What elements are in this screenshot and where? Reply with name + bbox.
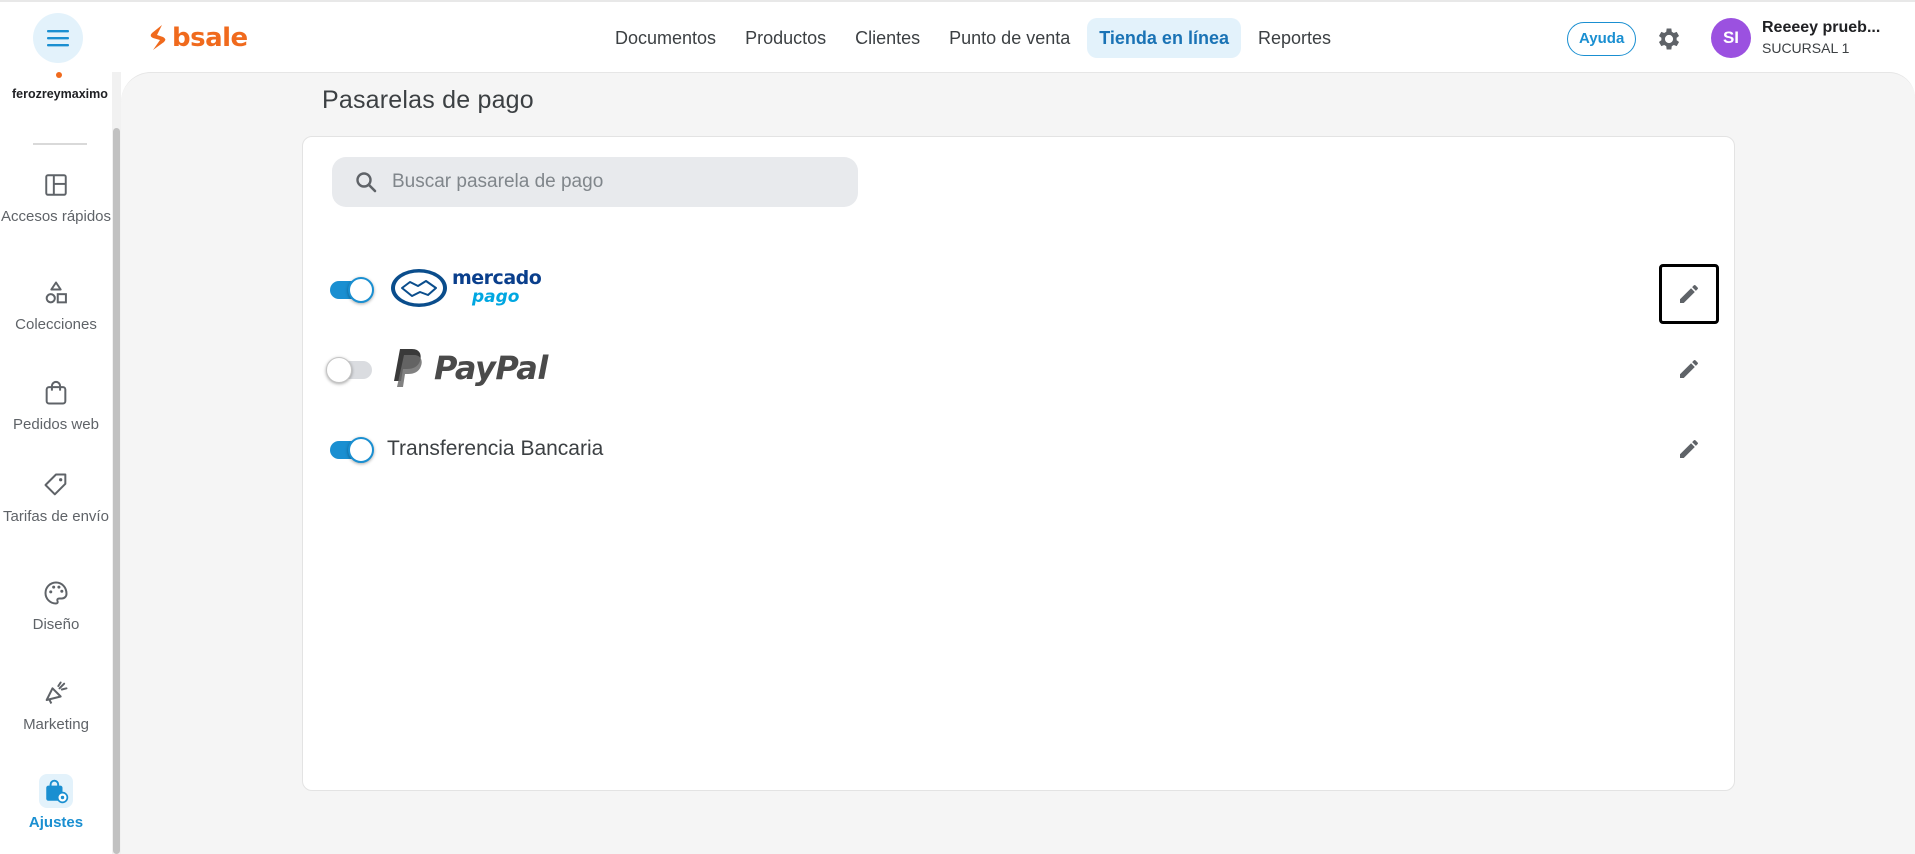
mercadopago-word-1: mercado (452, 267, 542, 289)
store-name: ferozreymaximo (12, 87, 108, 101)
gear-icon[interactable] (1655, 25, 1683, 53)
sidebar-scrollbar[interactable] (112, 72, 121, 854)
sidebar: ferozreymaximo Accesos rápidos Coleccion… (0, 72, 112, 854)
gateway-row-paypal: PayPal (322, 339, 1727, 399)
megaphone-icon (45, 681, 68, 704)
nav-documentos[interactable]: Documentos (603, 18, 728, 58)
avatar[interactable]: SI (1711, 18, 1751, 58)
gateway-toggle-transferencia[interactable] (326, 437, 374, 463)
scrollbar-thumb[interactable] (113, 128, 120, 854)
dashboard-icon (45, 174, 67, 196)
sidebar-item-label: Ajustes (28, 814, 84, 831)
help-button[interactable]: Ayuda (1567, 22, 1637, 56)
handshake-icon (391, 269, 447, 307)
palette-icon (44, 581, 68, 605)
sidebar-item-ajustes[interactable]: Ajustes (0, 774, 112, 831)
sidebar-item-label: Diseño (32, 616, 80, 633)
sidebar-item-tarifas-de-envio[interactable]: Tarifas de envío (0, 468, 112, 525)
paypal-logo: PayPal (390, 347, 560, 391)
search-input[interactable] (392, 171, 832, 193)
gateway-row-mercadopago: mercado pago (322, 259, 1727, 324)
edit-button-mercadopago[interactable] (1659, 264, 1719, 324)
user-name: Reeeey prueb... (1762, 19, 1881, 36)
shopping-bag-icon (45, 380, 67, 405)
nav-punto-de-venta[interactable]: Punto de venta (937, 18, 1082, 58)
gateway-name: Transferencia Bancaria (387, 437, 604, 460)
main-nav: Documentos Productos Clientes Punto de v… (603, 18, 1343, 58)
paypal-p-icon (394, 349, 422, 387)
nav-productos[interactable]: Productos (733, 18, 838, 58)
gateway-toggle-mercadopago[interactable] (326, 277, 374, 303)
menu-button[interactable] (33, 13, 83, 63)
user-branch: SUCURSAL 1 (1762, 40, 1850, 56)
sidebar-item-label: Colecciones (15, 316, 97, 333)
sidebar-item-label: Accesos rápidos (0, 208, 112, 225)
gateway-row-transferencia: Transferencia Bancaria (322, 419, 1727, 479)
sidebar-item-label: Marketing (23, 716, 89, 733)
brand-logo[interactable]: bsale (148, 22, 248, 54)
top-header: bsale Documentos Productos Clientes Punt… (0, 0, 1915, 72)
tag-icon (44, 473, 67, 496)
search-box[interactable] (332, 157, 858, 207)
sidebar-item-colecciones[interactable]: Colecciones (0, 276, 112, 333)
sidebar-item-label: Pedidos web (13, 416, 99, 433)
sidebar-item-diseno[interactable]: Diseño (0, 576, 112, 633)
page-title: Pasarelas de pago (322, 86, 534, 114)
edit-button-transferencia[interactable] (1659, 419, 1719, 479)
sidebar-item-accesos-rapidos[interactable]: Accesos rápidos (0, 168, 112, 225)
pencil-icon (1680, 285, 1698, 303)
mercadopago-word-2: pago (472, 287, 520, 307)
bsale-logo-icon (150, 25, 166, 50)
gateway-toggle-paypal[interactable] (326, 357, 372, 383)
edit-button-paypal[interactable] (1659, 339, 1719, 399)
nav-reportes[interactable]: Reportes (1246, 18, 1343, 58)
nav-clientes[interactable]: Clientes (843, 18, 932, 58)
pencil-icon (1680, 440, 1698, 458)
sidebar-item-pedidos-web[interactable]: Pedidos web (0, 376, 112, 433)
paypal-text: PayPal (434, 349, 548, 387)
sidebar-divider (33, 143, 87, 145)
nav-tienda-en-linea[interactable]: Tienda en línea (1087, 18, 1241, 58)
hamburger-icon (47, 30, 69, 47)
mercadopago-text: mercado pago (452, 267, 542, 307)
store-indicator (56, 72, 62, 78)
settings-bag-icon (46, 779, 69, 804)
user-info[interactable]: Reeeey prueb... SUCURSAL 1 (1762, 19, 1902, 56)
mercadopago-logo: mercado pago (390, 267, 550, 309)
shapes-icon (45, 281, 67, 304)
search-icon (356, 172, 377, 193)
sidebar-item-label: Tarifas de envío (3, 508, 109, 525)
sidebar-item-marketing[interactable]: Marketing (0, 676, 112, 733)
pencil-icon (1680, 360, 1698, 378)
brand-name: bsale (172, 23, 248, 53)
